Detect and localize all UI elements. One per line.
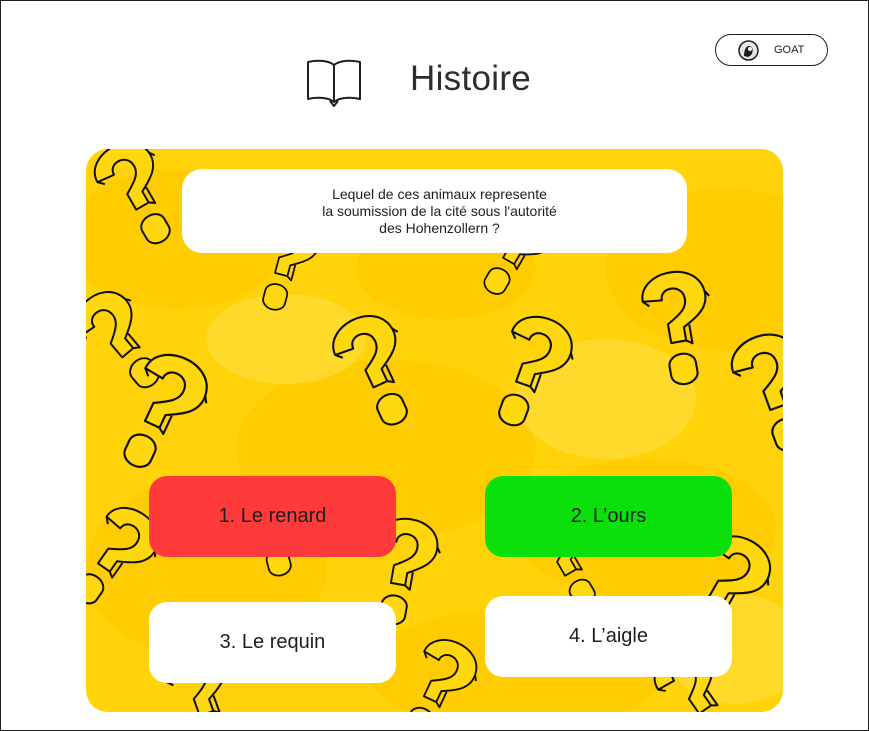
answer-label: 1. Le renard <box>218 505 327 527</box>
question-box: Lequel de ces animaux represente la soum… <box>182 169 687 253</box>
question-text: Lequel de ces animaux represente la soum… <box>322 186 557 237</box>
answer-label: 2. L’ours <box>570 505 647 527</box>
open-book-icon <box>307 59 361 107</box>
question-line: Lequel de ces animaux represente <box>332 185 547 202</box>
user-name: GOAT <box>774 44 805 56</box>
answer-button-1[interactable]: 1. Le renard <box>149 476 396 557</box>
app-window: Histoire GOAT Lequel de ces animaux repr… <box>0 0 869 731</box>
question-line: la soumission de la cité sous l'autorité <box>322 202 557 219</box>
answer-button-2[interactable]: 2. L’ours <box>485 476 732 557</box>
answer-label: 4. L’aigle <box>569 625 648 647</box>
user-profile-button[interactable]: GOAT <box>715 34 828 66</box>
quiz-panel: Lequel de ces animaux represente la soum… <box>86 149 783 712</box>
page-title: Histoire <box>410 59 532 98</box>
question-line: des Hohenzollern ? <box>379 219 500 236</box>
answer-label: 3. Le requin <box>219 631 326 653</box>
avatar-icon <box>738 40 759 61</box>
answer-button-3[interactable]: 3. Le requin <box>149 602 396 683</box>
answer-button-4[interactable]: 4. L’aigle <box>485 596 732 677</box>
